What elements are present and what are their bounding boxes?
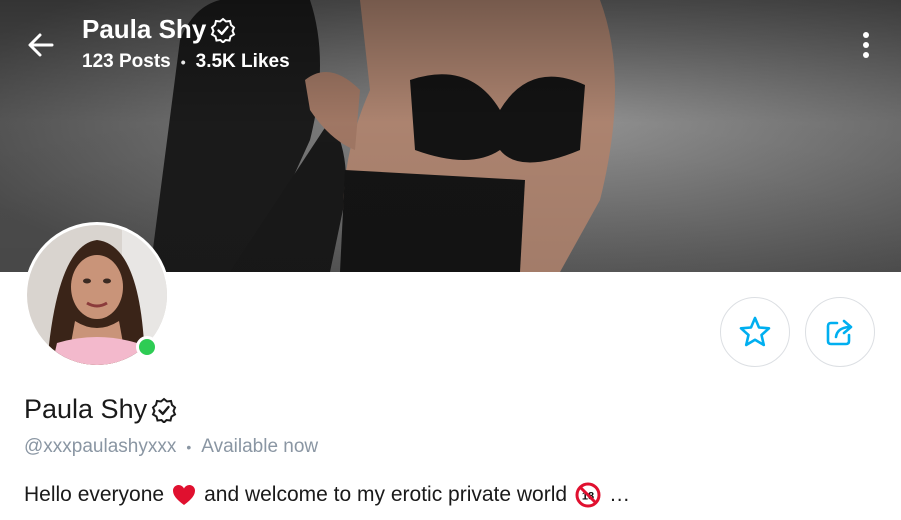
share-button[interactable] bbox=[805, 297, 875, 367]
meta-separator: • bbox=[186, 439, 192, 455]
availability-status: Available now bbox=[201, 436, 319, 457]
bio-text-part2: and welcome to my erotic private world bbox=[204, 483, 568, 506]
header-title: Paula Shy bbox=[82, 14, 290, 45]
profile-handle: @xxxpaulashyxxx bbox=[24, 436, 177, 457]
online-status-indicator bbox=[136, 336, 158, 358]
star-icon bbox=[739, 316, 771, 347]
bio-text-part1: Hello everyone bbox=[24, 483, 165, 506]
bio-ellipsis: … bbox=[609, 483, 631, 506]
stats-separator: • bbox=[180, 54, 186, 70]
header-title-block: Paula Shy 123 Posts • 3.5K Likes bbox=[82, 14, 290, 73]
verified-badge-icon bbox=[151, 397, 177, 423]
back-button[interactable] bbox=[22, 26, 60, 64]
profile-header-bar: Paula Shy 123 Posts • 3.5K Likes bbox=[0, 0, 901, 90]
arrow-left-icon bbox=[28, 33, 54, 57]
profile-name-text: Paula Shy bbox=[24, 394, 148, 424]
likes-count: 3.5K Likes bbox=[195, 51, 290, 72]
favorite-button[interactable] bbox=[720, 297, 790, 367]
verified-badge-icon bbox=[211, 17, 236, 43]
no-under-18-emoji-icon: 18 bbox=[575, 482, 601, 508]
more-vertical-icon bbox=[863, 32, 869, 58]
heart-emoji-icon bbox=[173, 485, 196, 505]
header-stats: 123 Posts • 3.5K Likes bbox=[82, 51, 290, 73]
more-options-button[interactable] bbox=[852, 30, 880, 60]
profile-name: Paula Shy bbox=[24, 394, 177, 425]
posts-count[interactable]: 123 Posts bbox=[82, 51, 171, 73]
share-icon bbox=[826, 319, 853, 346]
header-name: Paula Shy bbox=[82, 14, 207, 44]
profile-bio[interactable]: Hello everyone and welcome to my erotic … bbox=[24, 482, 630, 508]
profile-meta: @xxxpaulashyxxx • Available now bbox=[24, 436, 318, 458]
